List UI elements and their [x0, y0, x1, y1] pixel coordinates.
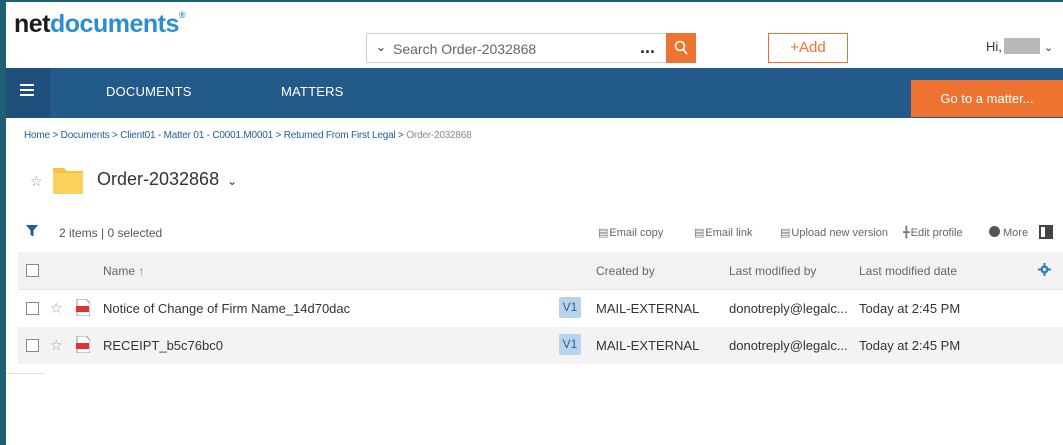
column-last-modified-by[interactable]: Last modified by	[729, 264, 816, 278]
star-icon[interactable]: ☆	[30, 173, 43, 190]
upload-new-version-label: Upload new version	[791, 227, 889, 239]
star-icon[interactable]: ☆	[50, 300, 63, 317]
logo[interactable]: netdocuments®	[14, 10, 186, 39]
filter-icon[interactable]	[26, 225, 38, 237]
nav-tab-matters[interactable]: MATTERS	[281, 84, 344, 99]
version-badge[interactable]: V1	[559, 334, 581, 355]
edit-profile-label: Edit profile	[910, 227, 963, 239]
selection-count: 2 items | 0 selected	[59, 226, 163, 240]
logo-net: net	[14, 10, 51, 38]
top-bar: netdocuments® ⌄ Search Order-2032868 ...…	[6, 2, 1063, 68]
folder-title-text: Order-2032868	[97, 169, 220, 189]
logo-mark: ®	[178, 10, 186, 20]
email-copy-icon: ▤	[598, 227, 609, 239]
table-row[interactable]: ☆ Notice of Change of Firm Name_14d70dac…	[18, 290, 1063, 327]
email-link-label: Email link	[705, 227, 753, 239]
pdf-icon	[76, 336, 90, 353]
breadcrumb[interactable]: Home > Documents > Client01 - Matter 01 …	[24, 130, 472, 141]
document-name[interactable]: Notice of Change of Firm Name_14d70dac	[103, 301, 350, 316]
more-label: More	[1003, 227, 1029, 239]
column-name[interactable]: Name ↑	[103, 264, 144, 278]
modified-by: donotreply@legalc...	[729, 338, 848, 353]
breadcrumb-path[interactable]: Home > Documents > Client01 - Matter 01 …	[24, 130, 406, 141]
column-created-by[interactable]: Created by	[596, 264, 655, 278]
search-options-button[interactable]: ...	[640, 37, 655, 58]
menu-icon[interactable]	[20, 84, 34, 99]
modified-by: donotreply@legalc...	[729, 301, 848, 316]
more-button[interactable]: More	[989, 226, 1028, 239]
add-button[interactable]: +Add	[768, 33, 848, 63]
row-checkbox[interactable]	[26, 339, 39, 352]
email-link-button[interactable]: ▤Email link	[694, 226, 752, 239]
table-row[interactable]: ☆ RECEIPT_b5c76bc0 V1 MAIL-EXTERNAL dono…	[18, 327, 1063, 364]
email-copy-label: Email copy	[609, 227, 664, 239]
edit-profile-icon: ╋	[903, 227, 910, 239]
main-nav: DOCUMENTS MATTERS Go to a matter...	[6, 68, 1063, 118]
email-link-icon: ▤	[694, 227, 705, 239]
upload-icon: ▤	[780, 227, 791, 239]
user-name-redacted	[1003, 38, 1040, 54]
modified-date: Today at 2:45 PM	[859, 301, 961, 316]
list-toolbar: 2 items | 0 selected ▤Email copy ▤Email …	[24, 222, 1063, 246]
sort-up-icon: ↑	[138, 264, 145, 278]
table-header: Name ↑ Created by Last modified by Last …	[18, 252, 1063, 290]
user-menu[interactable]: Hi, ⌄	[986, 38, 1053, 54]
column-last-modified-date[interactable]: Last modified date	[859, 264, 957, 278]
version-badge[interactable]: V1	[559, 297, 581, 318]
document-name[interactable]: RECEIPT_b5c76bc0	[103, 338, 223, 353]
folder-title[interactable]: Order-2032868 ⌄	[97, 169, 237, 190]
nav-tab-documents[interactable]: DOCUMENTS	[106, 84, 192, 99]
chevron-down-icon: ⌄	[1043, 42, 1054, 54]
divider	[6, 373, 44, 374]
email-copy-button[interactable]: ▤Email copy	[598, 226, 663, 239]
user-greeting: Hi,	[986, 39, 1002, 54]
modified-date: Today at 2:45 PM	[859, 338, 961, 353]
created-by: MAIL-EXTERNAL	[596, 301, 700, 316]
upload-new-version-button[interactable]: ▤Upload new version	[780, 226, 888, 239]
documents-table: Name ↑ Created by Last modified by Last …	[18, 252, 1063, 364]
panel-icon[interactable]	[1039, 225, 1053, 239]
breadcrumb-current: Order-2032868	[406, 130, 472, 141]
logo-documents: documents	[50, 10, 179, 38]
search-icon	[674, 40, 688, 55]
row-checkbox[interactable]	[26, 302, 39, 315]
more-icon	[989, 226, 1000, 237]
gear-icon[interactable]	[1038, 263, 1051, 276]
go-to-matter-button[interactable]: Go to a matter...	[911, 80, 1063, 117]
folder-icon	[53, 168, 83, 194]
chevron-down-icon[interactable]: ⌄	[227, 174, 237, 188]
column-name-label: Name	[103, 264, 136, 278]
search-scope-chevron-icon[interactable]: ⌄	[376, 40, 386, 54]
edit-profile-button[interactable]: ╋Edit profile	[903, 226, 963, 239]
search-button[interactable]	[666, 33, 696, 63]
select-all-checkbox[interactable]	[26, 264, 39, 277]
star-icon[interactable]: ☆	[50, 337, 63, 354]
created-by: MAIL-EXTERNAL	[596, 338, 700, 353]
search-input[interactable]: ⌄ Search Order-2032868 ...	[366, 33, 696, 63]
pdf-icon	[76, 299, 90, 316]
search-placeholder: Search Order-2032868	[393, 41, 537, 57]
